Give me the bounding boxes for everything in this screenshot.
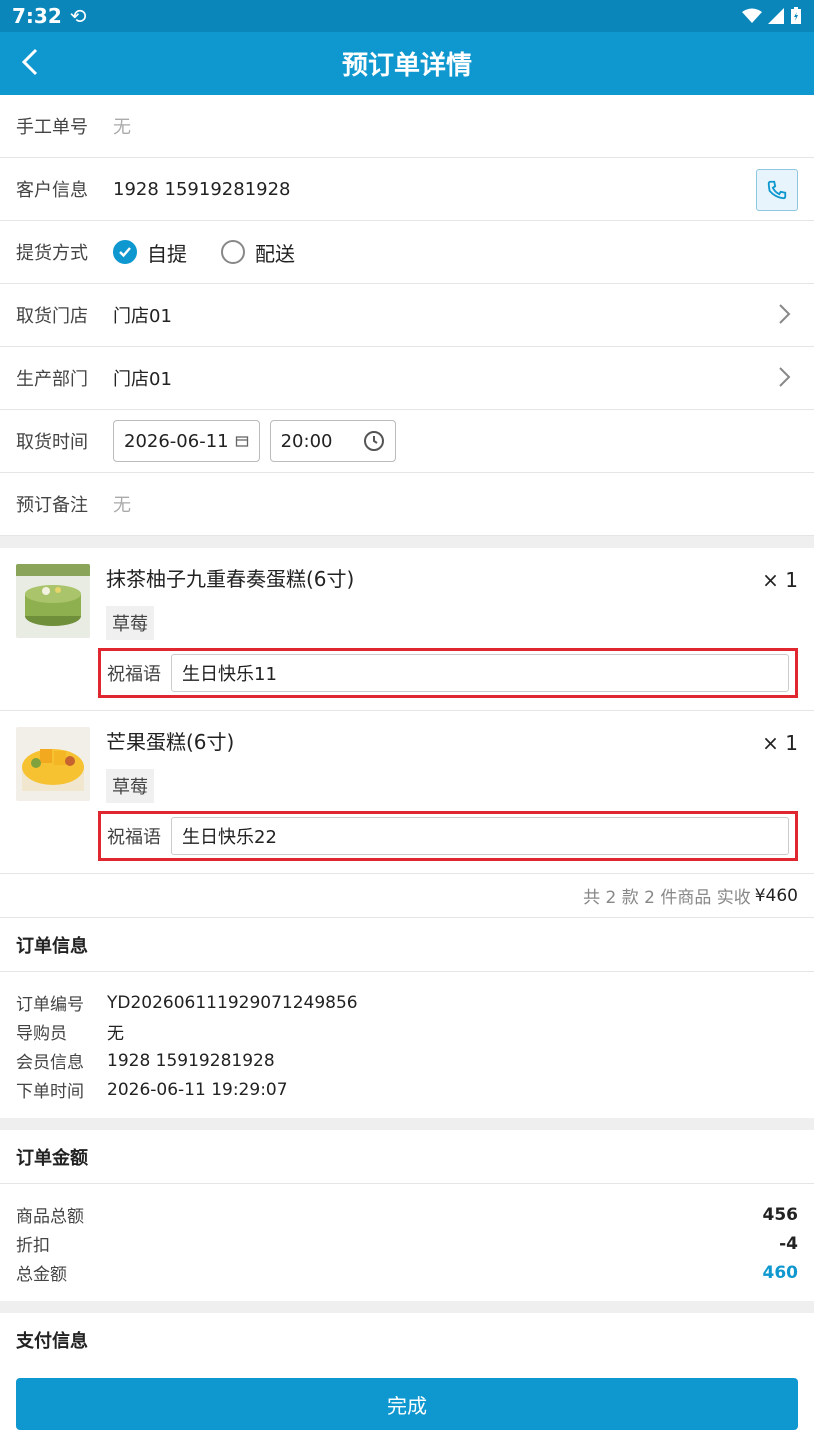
product-tag: 草莓 [106, 769, 154, 803]
product-tag: 草莓 [106, 606, 154, 640]
amount-row: 折扣 -4 [16, 1229, 798, 1258]
delivery-row: 提货方式 自提 配送 [0, 221, 814, 284]
radio-delivery-label: 配送 [255, 241, 295, 266]
order-no-value: YD2026061119290712498​56 [107, 992, 358, 1013]
production-label: 生产部门 [16, 369, 88, 390]
product-item: 抹茶柚子九重春奏蛋糕(6寸) × 1 草莓 祝福语 生日快乐11 [0, 548, 814, 711]
blessing-input[interactable]: 生日快乐22 [171, 817, 789, 855]
page-title: 预订单详情 [341, 51, 472, 81]
order-info-header: 订单信息 [0, 918, 814, 972]
order-info-body: 订单编号 YD2026061119290712498​56 导购员 无 会员信息 19… [0, 972, 814, 1118]
app-bar: 预订单详情 [0, 32, 814, 95]
member-value: 1928 15919281928 [107, 1050, 275, 1071]
time-picker[interactable]: 20:00 [269, 420, 396, 462]
delivery-label: 提货方式 [16, 243, 88, 264]
amount-row: 总金额 460 [16, 1258, 798, 1287]
signal-icon [768, 8, 784, 24]
done-button[interactable]: 完成 [16, 1378, 798, 1430]
pickup-store-value: 门店01 [113, 306, 172, 327]
back-button[interactable] [12, 44, 48, 80]
manual-no-value: 无 [113, 117, 131, 138]
back-arrow-icon [21, 48, 38, 76]
product-item: 芒果蛋糕(6寸) × 1 草莓 祝福语 生日快乐22 [0, 711, 814, 874]
pickup-store-label: 取货门店 [16, 306, 88, 327]
battery-icon [791, 7, 801, 24]
order-summary: 共 2 款 2 件商品 实收 ¥460 [0, 874, 814, 918]
customer-label: 客户信息 [16, 180, 88, 201]
amount-row: 商品总额 456 [16, 1200, 798, 1229]
time-value: 20:00 [280, 430, 333, 452]
radio-circle-icon [221, 240, 245, 264]
product-qty: × 1 [762, 731, 798, 755]
member-label: 会员信息 [16, 1053, 84, 1073]
summary-text: 共 2 款 2 件商品 实收 [583, 888, 751, 908]
product-image-mango [16, 727, 90, 801]
customer-row: 客户信息 1928 15919281928 [0, 158, 814, 221]
production-row[interactable]: 生产部门 门店01 [0, 347, 814, 410]
blessing-field: 祝福语 生日快乐22 [98, 811, 798, 861]
manual-no-row: 手工单号 无 [0, 95, 814, 158]
total-value: 460 [762, 1262, 799, 1283]
wifi-icon [742, 8, 762, 23]
product-image-matcha [16, 564, 90, 638]
order-info-row: 会员信息 1928 15919281928 [16, 1046, 798, 1075]
chevron-right-icon [779, 304, 791, 324]
blessing-input[interactable]: 生日快乐11 [171, 654, 789, 692]
radio-self-pickup[interactable]: 自提 [113, 238, 187, 267]
discount-label: 折扣 [16, 1236, 50, 1256]
radio-self-pickup-label: 自提 [147, 241, 187, 266]
footer: 完成 [0, 1361, 814, 1446]
order-no-label: 订单编号 [16, 995, 84, 1015]
remark-row: 预订备注 无 [0, 473, 814, 536]
blessing-label: 祝福语 [107, 664, 161, 685]
product-name: 抹茶柚子九重春奏蛋糕(6寸) [106, 567, 355, 591]
goods-total-value: 456 [762, 1204, 799, 1225]
blessing-label: 祝福语 [107, 827, 161, 848]
check-circle-icon [113, 240, 137, 264]
pickup-time-label: 取货时间 [16, 432, 88, 453]
pickup-time-row: 取货时间 2026-06-11 20:00 [0, 410, 814, 473]
payment-info-header: 支付信息 [0, 1313, 814, 1367]
customer-value: 1928 15919281928 [113, 178, 291, 200]
sync-icon: ⟲ [69, 4, 87, 28]
order-time-value: 2026-06-11 19:29:07 [107, 1079, 288, 1100]
radio-delivery[interactable]: 配送 [221, 238, 295, 267]
phone-icon [767, 180, 787, 200]
status-time: 7:32 [12, 4, 62, 28]
remark-label: 预订备注 [16, 495, 88, 516]
pickup-store-row[interactable]: 取货门店 门店01 [0, 284, 814, 347]
goods-total-label: 商品总额 [16, 1207, 84, 1227]
summary-amount: ¥460 [754, 885, 798, 906]
chevron-right-icon [779, 367, 791, 387]
product-qty: × 1 [762, 568, 798, 592]
call-button[interactable] [756, 169, 798, 211]
manual-no-label: 手工单号 [16, 117, 88, 138]
date-value: 2026-06-11 [124, 430, 229, 452]
discount-value: -4 [779, 1233, 798, 1254]
remark-value: 无 [113, 495, 131, 516]
order-info-row: 订单编号 YD2026061119290712498​56 [16, 988, 798, 1017]
clock-icon [363, 431, 384, 451]
product-name: 芒果蛋糕(6寸) [106, 730, 235, 754]
order-form: 手工单号 无 客户信息 1928 15919281928 提货方式 自提 配送 … [0, 95, 814, 536]
blessing-field: 祝福语 生日快乐11 [98, 648, 798, 698]
order-time-label: 下单时间 [16, 1082, 84, 1102]
status-bar: 7:32 ⟲ [0, 0, 814, 32]
guide-value: 无 [107, 1024, 124, 1044]
production-value: 门店01 [113, 369, 172, 390]
guide-label: 导购员 [16, 1024, 67, 1044]
total-label: 总金额 [16, 1265, 67, 1285]
order-info-row: 导购员 无 [16, 1017, 798, 1046]
order-amount-body: 商品总额 456 折扣 -4 总金额 460 [0, 1184, 814, 1301]
calendar-icon [235, 436, 248, 447]
date-picker[interactable]: 2026-06-11 [113, 420, 260, 462]
order-info-row: 下单时间 2026-06-11 19:29:07 [16, 1075, 798, 1104]
order-amount-header: 订单金额 [0, 1130, 814, 1184]
